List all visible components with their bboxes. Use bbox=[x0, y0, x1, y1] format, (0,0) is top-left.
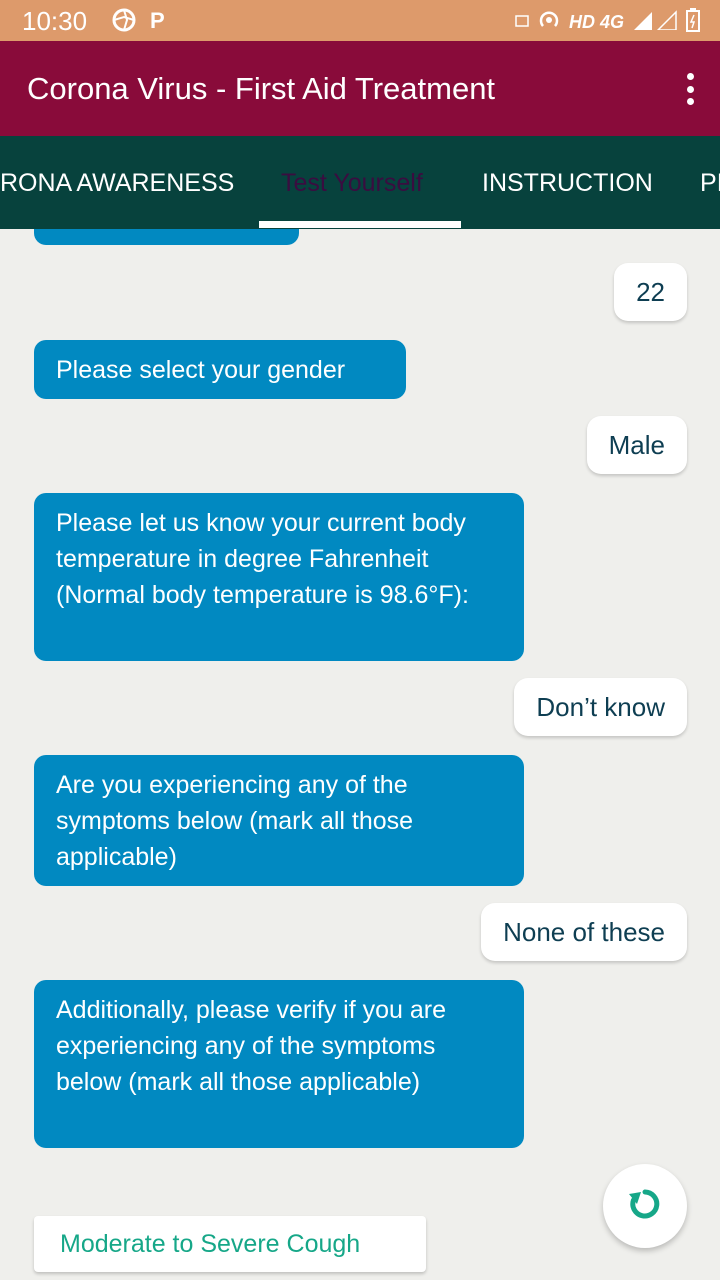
tab-test-yourself[interactable]: Test Yourself bbox=[281, 169, 423, 198]
app-bar: Corona Virus - First Aid Treatment bbox=[0, 41, 720, 136]
tab-indicator bbox=[259, 221, 461, 228]
hotspot-icon bbox=[537, 8, 561, 37]
battery-icon bbox=[686, 8, 700, 37]
status-bar: 10:30 P HD 4G bbox=[0, 0, 720, 41]
user-message: Don’t know bbox=[514, 678, 687, 736]
restart-icon bbox=[625, 1184, 665, 1229]
status-time: 10:30 bbox=[22, 6, 88, 36]
bot-message: Please select your gender bbox=[34, 340, 406, 399]
bot-message: Are you experiencing any of the symptoms… bbox=[34, 755, 524, 886]
bot-message: Please let us know your current body tem… bbox=[34, 493, 524, 661]
chat-area[interactable]: 22 Please select your gender Male Please… bbox=[0, 229, 720, 1280]
tab-partial[interactable]: PI bbox=[700, 169, 720, 198]
restart-button[interactable] bbox=[603, 1164, 687, 1248]
tab-instruction[interactable]: INSTRUCTION bbox=[482, 169, 653, 198]
network-label: HD 4G bbox=[568, 12, 624, 32]
more-vert-icon[interactable] bbox=[684, 73, 696, 105]
signal-icon bbox=[632, 10, 678, 35]
symptom-option-button[interactable]: Moderate to Severe Cough bbox=[34, 1216, 426, 1272]
tab-corona-awareness[interactable]: RONA AWARENESS bbox=[0, 169, 234, 198]
user-message: None of these bbox=[481, 903, 687, 961]
bot-message: Additionally, please verify if you are e… bbox=[34, 980, 524, 1148]
tab-bar: RONA AWARENESS Test Yourself INSTRUCTION… bbox=[0, 136, 720, 229]
bot-message-cutoff bbox=[34, 229, 299, 245]
user-message: Male bbox=[586, 416, 687, 474]
cast-icon bbox=[515, 12, 529, 33]
user-message: 22 bbox=[614, 263, 687, 321]
app-title: Corona Virus - First Aid Treatment bbox=[27, 71, 496, 106]
aperture-icon bbox=[112, 8, 136, 38]
p-app-icon: P bbox=[150, 8, 165, 33]
